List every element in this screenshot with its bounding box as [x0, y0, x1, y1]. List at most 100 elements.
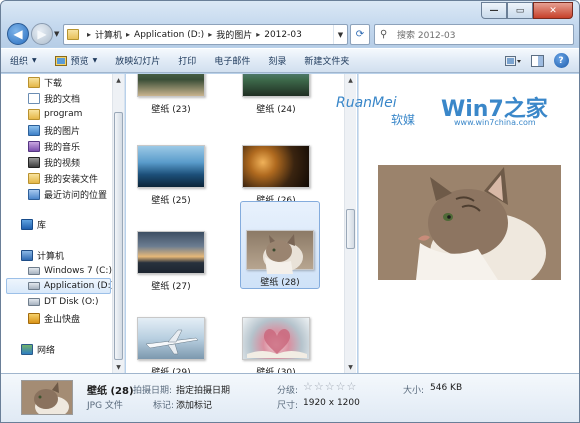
file-name: 壁纸 (27) [151, 282, 191, 292]
change-view-button[interactable] [501, 51, 525, 71]
nav-item-pictures[interactable]: 我的图片 [28, 122, 80, 138]
dimensions-label: 尺寸: [277, 401, 299, 411]
help-button[interactable]: ? [549, 51, 573, 71]
nav-item-label: 我的文档 [44, 94, 81, 105]
preview-icon [54, 55, 67, 66]
breadcrumb-separator[interactable]: ▸ [208, 30, 212, 39]
search-placeholder: 搜索 2012-03 [397, 31, 456, 41]
burn-button[interactable]: 刻录 [259, 49, 295, 73]
star-icon[interactable]: ☆ [314, 380, 324, 393]
computer-icon [21, 249, 33, 261]
breadcrumb-separator[interactable]: ▸ [256, 30, 260, 39]
size-value: 546 KB [430, 383, 463, 393]
tags-value[interactable]: 添加标记 [176, 398, 212, 411]
watermark-site-url: www.win7china.com [454, 118, 536, 127]
file-name: 壁纸 (24) [256, 105, 296, 115]
breadcrumb-drive[interactable]: Application (D:) [134, 30, 204, 40]
file-item[interactable]: 壁纸 (29) [131, 317, 211, 373]
star-icon[interactable]: ☆ [347, 380, 357, 393]
nav-item-label: 最近访问的位置 [44, 190, 108, 201]
nav-item-label: Application (D:) [44, 281, 115, 291]
breadcrumb-computer[interactable]: 计算机 [95, 28, 122, 41]
videos-icon [28, 156, 40, 168]
breadcrumb-pictures[interactable]: 我的图片 [216, 28, 252, 41]
cat-detail-drawing [22, 381, 72, 414]
file-item[interactable]: 壁纸 (23) [131, 74, 211, 115]
forward-button[interactable]: ▶ [31, 23, 53, 45]
breadcrumb-folder[interactable]: 2012-03 [264, 30, 302, 40]
image-thumbnail [242, 74, 310, 97]
image-thumbnail [137, 74, 205, 97]
nav-item-computer[interactable]: 计算机 [21, 247, 64, 263]
print-label: 打印 [178, 57, 197, 67]
nav-item-music[interactable]: 我的音乐 [28, 138, 80, 154]
nav-item-downloads[interactable]: 下载 [28, 74, 62, 90]
slideshow-button[interactable]: 放映幻灯片 [106, 49, 169, 73]
recent-pages-dropdown[interactable]: ▼ [54, 30, 59, 38]
nav-item-drive-c[interactable]: Windows 7 (C:) [28, 263, 112, 279]
refresh-button[interactable]: ⟳ [350, 24, 370, 45]
file-item[interactable]: 壁纸 (27) [131, 231, 211, 292]
file-item[interactable]: 壁纸 (24) [236, 74, 316, 115]
details-pane: 壁纸 (28) JPG 文件 拍摄日期: 指定拍摄日期 标记: 添加标记 分级:… [1, 373, 579, 422]
date-value[interactable]: 指定拍摄日期 [176, 383, 230, 396]
nav-item-videos[interactable]: 我的视频 [28, 154, 80, 170]
slideshow-label: 放映幻灯片 [115, 57, 161, 67]
details-thumbnail [21, 380, 73, 415]
maximize-button[interactable]: ▭ [507, 2, 533, 19]
file-item[interactable]: 壁纸 (30) [236, 317, 316, 373]
nav-item-documents[interactable]: 我的文档 [28, 90, 80, 106]
scroll-up-arrow[interactable]: ▲ [113, 74, 124, 86]
nav-item-drive-o[interactable]: DT Disk (O:) [28, 294, 98, 310]
minimize-button[interactable]: — [481, 2, 507, 19]
organize-menu[interactable]: 组织 ▼ [1, 49, 46, 73]
nav-item-label: DT Disk (O:) [44, 297, 99, 307]
preview-menu[interactable]: 预览 ▼ [46, 49, 107, 73]
close-button[interactable]: ✕ [533, 2, 573, 19]
scroll-down-arrow[interactable]: ▼ [113, 361, 124, 373]
star-icon[interactable]: ☆ [336, 380, 346, 393]
preview-pane-toggle[interactable] [525, 51, 549, 71]
navigation-pane: 下载 我的文档 program 我的图片 我的音乐 我的视频 我的安装文件 最近… [1, 74, 125, 373]
file-item[interactable]: 壁纸 (26) [236, 145, 316, 206]
content-scrollbar[interactable]: ▲ ▼ [344, 74, 356, 373]
watermark-brand-en: RuanMei [336, 95, 397, 111]
star-icon[interactable]: ☆ [303, 380, 313, 393]
title-bar: — ▭ ✕ ◀ ▶ ▼ ▸ 计算机 ▸ Application (D:) ▸ 我… [1, 1, 579, 47]
file-item[interactable]: 壁纸 (25) [131, 145, 211, 206]
nav-item-recent-places[interactable]: 最近访问的位置 [28, 186, 107, 202]
star-icon[interactable]: ☆ [325, 380, 335, 393]
nav-item-kuaipan[interactable]: 金山快盘 [28, 310, 80, 326]
email-button[interactable]: 电子邮件 [205, 49, 259, 73]
chevron-down-icon: ▼ [92, 57, 98, 64]
size-label: 大小: [403, 386, 425, 396]
nav-item-drive-d[interactable]: Application (D:) [6, 278, 115, 294]
nav-item-program[interactable]: program [28, 106, 82, 122]
nav-item-network[interactable]: 网络 [21, 341, 55, 357]
back-button[interactable]: ◀ [7, 23, 29, 45]
search-input[interactable]: ⚲ 搜索 2012-03 [374, 24, 574, 45]
date-label: 拍摄日期: [133, 386, 173, 396]
file-name: 壁纸 (28) [260, 278, 300, 288]
drive-icon [28, 282, 40, 290]
scroll-thumb[interactable] [346, 209, 355, 249]
address-bar[interactable]: ▸ 计算机 ▸ Application (D:) ▸ 我的图片 ▸ 2012-0… [63, 24, 348, 45]
scroll-up-arrow[interactable]: ▲ [345, 74, 356, 86]
scroll-down-arrow[interactable]: ▼ [345, 361, 356, 373]
scroll-thumb[interactable] [114, 112, 123, 360]
breadcrumb-separator[interactable]: ▸ [87, 30, 91, 39]
network-icon [21, 343, 33, 355]
rating-stars[interactable]: ☆☆☆☆☆ [303, 380, 357, 393]
print-button[interactable]: 打印 [169, 49, 205, 73]
file-name: 壁纸 (30) [256, 368, 296, 373]
view-icon [505, 55, 521, 66]
nav-item-installers[interactable]: 我的安装文件 [28, 170, 98, 186]
pictures-icon [28, 124, 40, 136]
breadcrumb-separator[interactable]: ▸ [126, 30, 130, 39]
explorer-window: — ▭ ✕ ◀ ▶ ▼ ▸ 计算机 ▸ Application (D:) ▸ 我… [0, 0, 580, 423]
file-item-selected[interactable]: 壁纸 (28) [240, 201, 320, 289]
nav-scrollbar[interactable]: ▲ ▼ [112, 74, 124, 373]
address-history-dropdown[interactable]: ▼ [333, 25, 347, 44]
new-folder-button[interactable]: 新建文件夹 [295, 49, 358, 73]
nav-item-library[interactable]: 库 [21, 216, 46, 232]
